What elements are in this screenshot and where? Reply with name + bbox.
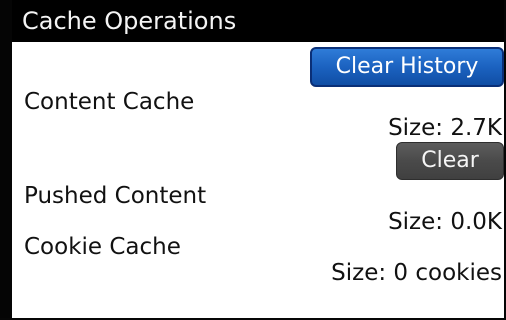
title-bar: Cache Operations [0,0,506,42]
clear-history-button[interactable]: Clear History [310,47,504,87]
content-cache-label: Content Cache [24,89,195,115]
pushed-content-size: Size: 0.0K [388,209,502,235]
cache-settings-panel: Clear History Content Cache Size: 2.7K C… [12,42,504,318]
page-title: Cache Operations [22,7,237,35]
content-cache-size: Size: 2.7K [388,115,502,141]
cookie-cache-size: Size: 0 cookies [331,260,502,286]
cache-operations-screen: Cache Operations Clear History Content C… [0,0,506,320]
left-screen-border [0,0,12,320]
cookie-cache-label: Cookie Cache [24,234,181,260]
clear-content-cache-button[interactable]: Clear [396,142,504,180]
pushed-content-label: Pushed Content [24,183,207,209]
